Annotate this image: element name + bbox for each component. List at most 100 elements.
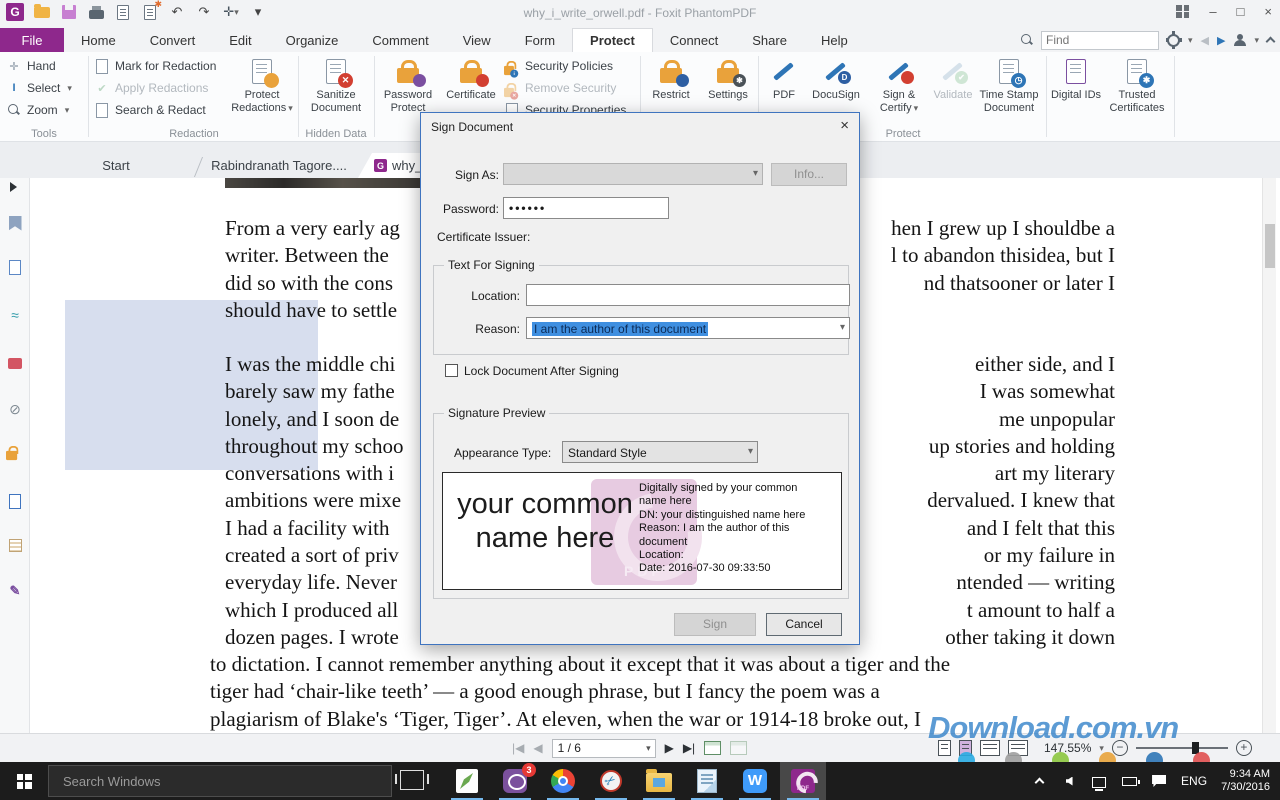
- tab-view[interactable]: View: [446, 28, 508, 52]
- zoom-in-icon[interactable]: +: [1236, 740, 1252, 756]
- doc-tab-tagore[interactable]: Rabindranath Tagore....: [200, 153, 358, 178]
- tab-share[interactable]: Share: [735, 28, 804, 52]
- sign-as-combobox[interactable]: ▾: [503, 163, 763, 185]
- appearance-type-combobox[interactable]: Standard Style ▾: [562, 441, 758, 463]
- insert-pages-icon[interactable]: [704, 741, 721, 755]
- sanitize-document-button[interactable]: ✕ Sanitize Document: [304, 55, 368, 115]
- signature-panel-icon[interactable]: ≈: [6, 306, 24, 324]
- first-page-icon[interactable]: |◀: [512, 741, 524, 755]
- docusign-button[interactable]: D DocuSign: [808, 55, 864, 102]
- close-icon[interactable]: ×: [1264, 4, 1272, 19]
- page-number-box[interactable]: 1 / 6▾: [552, 739, 656, 758]
- chevron-down-icon[interactable]: ▾: [1099, 743, 1104, 754]
- trusted-certificates-button[interactable]: ✱ Trusted Certificates: [1104, 55, 1170, 115]
- zoom-out-icon[interactable]: −: [1112, 740, 1128, 756]
- taskbar-app-snipping-tool[interactable]: [588, 762, 634, 800]
- lock-document-checkbox[interactable]: [445, 364, 458, 377]
- cancel-button[interactable]: Cancel: [766, 613, 842, 636]
- digital-ids-button[interactable]: Digital IDs: [1050, 55, 1102, 102]
- maximize-icon[interactable]: □: [1237, 4, 1245, 19]
- minimize-icon[interactable]: –: [1209, 4, 1216, 19]
- digital-signature-panel-icon[interactable]: ✎: [6, 582, 24, 600]
- taskbar-app-notepad[interactable]: [684, 762, 730, 800]
- time-stamp-document-button[interactable]: ◷ Time Stamp Document: [974, 55, 1044, 115]
- tab-convert[interactable]: Convert: [133, 28, 213, 52]
- security-policies-button[interactable]: iSecurity Policies: [504, 56, 613, 76]
- comments-panel-icon[interactable]: [6, 354, 24, 372]
- zoom-slider-thumb[interactable]: [1192, 742, 1199, 754]
- task-view-icon[interactable]: [400, 770, 424, 790]
- doc-tab-start[interactable]: Start: [36, 153, 196, 178]
- password-protect-button[interactable]: Password Protect: [376, 55, 440, 115]
- tab-protect[interactable]: Protect: [572, 28, 653, 52]
- start-button[interactable]: [0, 762, 48, 800]
- protect-redactions-button[interactable]: Protect Redactions: [230, 55, 294, 115]
- location-input[interactable]: [526, 284, 850, 306]
- search-and-redact-button[interactable]: Search & Redact: [94, 100, 206, 120]
- mark-for-redaction-button[interactable]: Mark for Redaction: [94, 56, 216, 76]
- tab-file[interactable]: File: [0, 28, 64, 52]
- find-input[interactable]: [1041, 31, 1159, 50]
- taskbar-app-viber[interactable]: 3: [492, 762, 538, 800]
- facing-view-icon[interactable]: [980, 740, 1000, 756]
- zoom-button[interactable]: Zoom: [6, 100, 69, 120]
- tab-form[interactable]: Form: [508, 28, 572, 52]
- continuous-facing-view-icon[interactable]: [1008, 740, 1028, 756]
- hand-button[interactable]: ✛Hand: [6, 56, 56, 76]
- single-page-view-icon[interactable]: [938, 740, 951, 756]
- tab-help[interactable]: Help: [804, 28, 865, 52]
- sign-and-certify-button[interactable]: Sign & Certify: [868, 55, 930, 115]
- pdf-sign-button[interactable]: PDF: [762, 55, 806, 102]
- settings-button[interactable]: ✱ Settings: [700, 55, 756, 102]
- chevron-down-icon[interactable]: ▾: [1254, 35, 1259, 46]
- tab-connect[interactable]: Connect: [653, 28, 735, 52]
- password-input[interactable]: ••••••: [503, 197, 669, 219]
- zoom-level-value[interactable]: 147.55%: [1044, 741, 1091, 755]
- tab-organize[interactable]: Organize: [269, 28, 356, 52]
- taskbar-search-box[interactable]: Search Windows: [48, 765, 392, 797]
- close-icon[interactable]: ×: [840, 117, 849, 134]
- attachments-panel-icon[interactable]: ⊘: [6, 400, 24, 418]
- expand-panel-icon[interactable]: [10, 182, 17, 192]
- previous-page-icon[interactable]: ◀: [533, 741, 542, 755]
- volume-icon[interactable]: [1061, 773, 1077, 789]
- tab-home[interactable]: Home: [64, 28, 133, 52]
- action-center-icon[interactable]: [1151, 773, 1167, 789]
- continuous-view-icon[interactable]: [959, 740, 972, 756]
- language-indicator[interactable]: ENG: [1181, 774, 1207, 788]
- tab-edit[interactable]: Edit: [212, 28, 268, 52]
- taskbar-app-file-explorer[interactable]: [636, 762, 682, 800]
- taskbar-app-wps[interactable]: W: [732, 762, 778, 800]
- gear-icon[interactable]: [1167, 34, 1180, 47]
- forward-arrow-icon[interactable]: ▶: [1217, 34, 1225, 47]
- scrollbar-thumb[interactable]: [1265, 224, 1275, 268]
- next-page-icon[interactable]: ▶: [665, 741, 674, 755]
- taskbar-app-chrome[interactable]: [540, 762, 586, 800]
- layout-grid-icon[interactable]: [1176, 5, 1189, 18]
- taskbar-app-foxit[interactable]: PDF: [780, 762, 826, 800]
- collapse-ribbon-icon[interactable]: [1266, 37, 1276, 47]
- certificates-panel-icon[interactable]: [6, 492, 24, 510]
- show-hidden-icons-chevron[interactable]: [1031, 773, 1047, 789]
- select-button[interactable]: ISelect: [6, 78, 72, 98]
- page-thumbnails-panel-icon[interactable]: [6, 258, 24, 276]
- security-panel-icon[interactable]: [6, 446, 24, 464]
- chevron-down-icon[interactable]: ▾: [1188, 35, 1193, 46]
- taskbar-app-quill[interactable]: [444, 762, 490, 800]
- battery-icon[interactable]: [1121, 773, 1137, 789]
- search-icon[interactable]: [1021, 34, 1033, 46]
- dialog-title-bar[interactable]: Sign Document ×: [421, 113, 859, 139]
- user-account-icon[interactable]: [1233, 34, 1246, 47]
- certificate-protect-button[interactable]: Certificate: [442, 55, 500, 102]
- vertical-scrollbar[interactable]: [1262, 178, 1276, 733]
- restrict-button[interactable]: Restrict: [644, 55, 698, 102]
- last-page-icon[interactable]: ▶|: [683, 741, 695, 755]
- fields-panel-icon[interactable]: [6, 536, 24, 554]
- bookmarks-panel-icon[interactable]: [6, 214, 24, 232]
- network-icon[interactable]: [1091, 773, 1107, 789]
- taskbar-clock[interactable]: 9:34 AM 7/30/2016: [1221, 768, 1270, 794]
- tab-comment[interactable]: Comment: [355, 28, 445, 52]
- zoom-slider[interactable]: [1136, 747, 1228, 749]
- reason-combobox[interactable]: I am the author of this document ▾: [526, 317, 850, 339]
- back-arrow-icon[interactable]: ◀: [1201, 34, 1209, 47]
